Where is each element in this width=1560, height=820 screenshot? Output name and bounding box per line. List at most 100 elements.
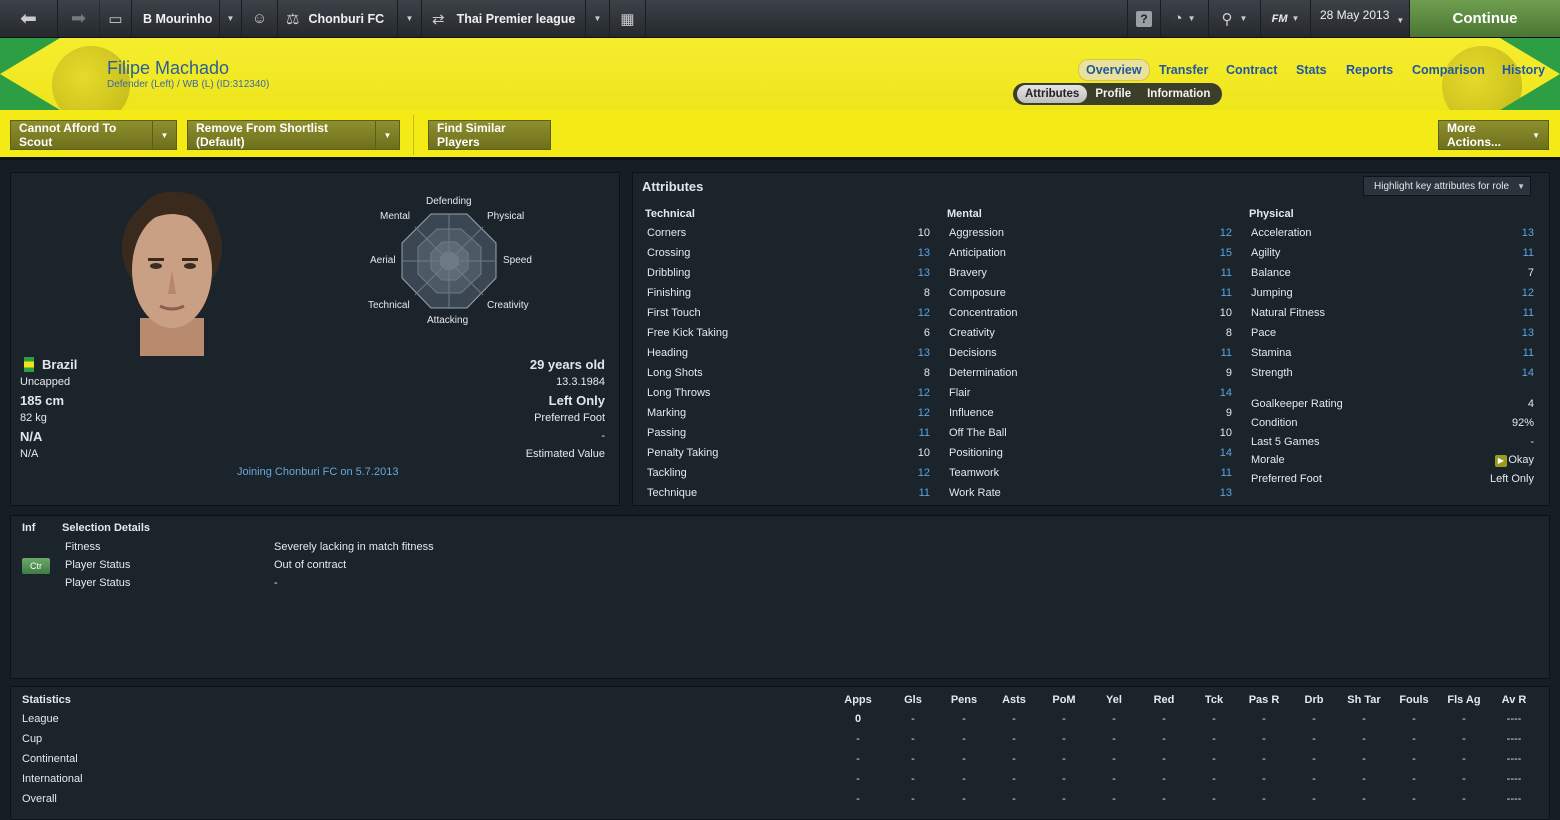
- flag-stripe: [0, 38, 60, 74]
- league-name: Thai Premier league: [456, 11, 576, 26]
- tab-overview[interactable]: Overview: [1078, 59, 1150, 81]
- competition-menu[interactable]: ⇄ Thai Premier league: [422, 0, 586, 37]
- tab-reports[interactable]: Reports: [1346, 63, 1393, 77]
- stat-cell: -: [856, 793, 860, 805]
- chevron-down-icon[interactable]: ▼: [152, 121, 176, 149]
- chevron-down-icon: ▼: [405, 14, 414, 23]
- continue-button[interactable]: Continue: [1410, 0, 1560, 37]
- subtab-information[interactable]: Information: [1139, 85, 1218, 103]
- attribute-value: 14: [1521, 367, 1534, 379]
- calendar-button[interactable]: ▦: [610, 0, 646, 37]
- attribute-value: 12: [1521, 287, 1534, 299]
- stat-cell: -: [962, 773, 966, 785]
- fm-menu[interactable]: FM ▼: [1261, 0, 1311, 37]
- attribute-name: Technique: [647, 487, 698, 499]
- divider: [413, 115, 414, 155]
- stat-row-label: Overall: [22, 793, 57, 805]
- continue-label: Continue: [1452, 10, 1518, 27]
- stat-cell: -: [1262, 713, 1266, 725]
- attribute-value: 13: [917, 267, 930, 279]
- stat-cell: -: [911, 753, 915, 765]
- nation-name[interactable]: Brazil: [42, 357, 77, 372]
- stat-cell: ----: [1506, 773, 1522, 785]
- stat-cell: -: [1212, 733, 1216, 745]
- stat-cell: -: [1462, 733, 1466, 745]
- highlight-label: Highlight key attributes for role: [1374, 180, 1510, 192]
- shortlist-button[interactable]: Remove From Shortlist (Default) ▼: [187, 120, 400, 150]
- find-similar-button[interactable]: Find Similar Players: [428, 120, 551, 150]
- tab-transfer[interactable]: Transfer: [1159, 63, 1208, 77]
- stat-column-header: Yel: [1106, 694, 1122, 706]
- back-button[interactable]: ⬅: [0, 0, 58, 37]
- stat-cell: -: [1362, 733, 1366, 745]
- world-menu[interactable]: ◔ ▼: [1161, 0, 1209, 37]
- stat-cell: -: [1062, 733, 1066, 745]
- joining-link[interactable]: Joining Chonburi FC on 5.7.2013: [237, 466, 398, 478]
- staff-button[interactable]: ☺: [242, 0, 278, 37]
- stat-column-header: Pens: [950, 694, 978, 706]
- club-dropdown[interactable]: ▼: [398, 0, 422, 37]
- attribute-value: 13: [917, 347, 930, 359]
- stat-cell: -: [1012, 733, 1016, 745]
- inf-header: Inf: [22, 522, 36, 534]
- attribute-value: 9: [1225, 407, 1232, 419]
- na-text-1: N/A: [20, 429, 43, 444]
- help-button[interactable]: ?: [1127, 0, 1161, 37]
- attribute-name: Acceleration: [1251, 227, 1312, 239]
- chevron-down-icon[interactable]: ▼: [375, 121, 399, 149]
- club-menu[interactable]: ⚖ Chonburi FC: [278, 0, 398, 37]
- extra-name: Goalkeeper Rating: [1251, 398, 1343, 410]
- more-actions-button[interactable]: More Actions... ▼: [1438, 120, 1549, 150]
- attribute-name: Corners: [647, 227, 687, 239]
- manager-icon: ☺: [251, 10, 268, 27]
- extra-name: Morale: [1251, 454, 1285, 466]
- competition-dropdown[interactable]: ▼: [586, 0, 610, 37]
- stat-cell: -: [1462, 753, 1466, 765]
- forward-button[interactable]: ➡: [58, 0, 100, 37]
- attribute-name: Concentration: [949, 307, 1018, 319]
- technical-header: Technical: [645, 208, 695, 220]
- highlight-dropdown[interactable]: Highlight key attributes for role ▼: [1363, 176, 1531, 196]
- chevron-down-icon: ▼: [1239, 14, 1248, 23]
- top-bar: ⬅ ➡ ▭ B Mourinho ▼ ☺ ⚖ Chonburi FC ▼ ⇄ T…: [0, 0, 1560, 38]
- attribute-name: Natural Fitness: [1251, 307, 1325, 319]
- selection-value: Out of contract: [274, 559, 347, 571]
- manager-dropdown[interactable]: ▼: [220, 0, 242, 37]
- ctr-badge[interactable]: Ctr: [22, 558, 50, 574]
- tab-comparison[interactable]: Comparison: [1412, 63, 1485, 77]
- stat-cell: -: [1312, 773, 1316, 785]
- subtab-attributes[interactable]: Attributes: [1017, 85, 1088, 103]
- stat-row-label: Continental: [22, 753, 78, 765]
- stat-column-header: Gls: [904, 694, 922, 706]
- scout-button[interactable]: Cannot Afford To Scout ▼: [10, 120, 177, 150]
- stat-cell: -: [1212, 773, 1216, 785]
- attribute-name: Passing: [647, 427, 687, 439]
- search-button[interactable]: ⚲ ▼: [1209, 0, 1261, 37]
- tab-contract[interactable]: Contract: [1226, 63, 1277, 77]
- extra-name: Last 5 Games: [1251, 436, 1320, 448]
- stat-cell: -: [1162, 753, 1166, 765]
- stat-cell: -: [911, 733, 915, 745]
- inbox-button[interactable]: ▭: [100, 0, 132, 37]
- subtab-bar: Attributes Profile Information: [1013, 83, 1223, 105]
- stat-column-header: Av R: [1501, 694, 1527, 706]
- attribute-value: 11: [1522, 347, 1534, 359]
- estimated-value: -: [601, 430, 605, 442]
- stat-cell: -: [1012, 773, 1016, 785]
- mental-header: Mental: [947, 208, 982, 220]
- stat-cell: -: [1162, 793, 1166, 805]
- attribute-value: 10: [917, 447, 930, 459]
- stat-cell: -: [1462, 713, 1466, 725]
- tab-history[interactable]: History: [1502, 63, 1545, 77]
- stat-cell: ----: [1506, 733, 1522, 745]
- manager-menu[interactable]: B Mourinho: [132, 0, 220, 37]
- attribute-value: 9: [1225, 367, 1232, 379]
- stat-cell: -: [1212, 753, 1216, 765]
- extra-value: 92%: [1511, 417, 1534, 429]
- selection-panel: [10, 515, 1550, 679]
- tab-stats[interactable]: Stats: [1296, 63, 1327, 77]
- subtab-profile[interactable]: Profile: [1087, 85, 1139, 103]
- stat-cell: ----: [1506, 793, 1522, 805]
- date-menu[interactable]: 28 May 2013 ▼: [1311, 0, 1410, 37]
- stat-cell: -: [1062, 773, 1066, 785]
